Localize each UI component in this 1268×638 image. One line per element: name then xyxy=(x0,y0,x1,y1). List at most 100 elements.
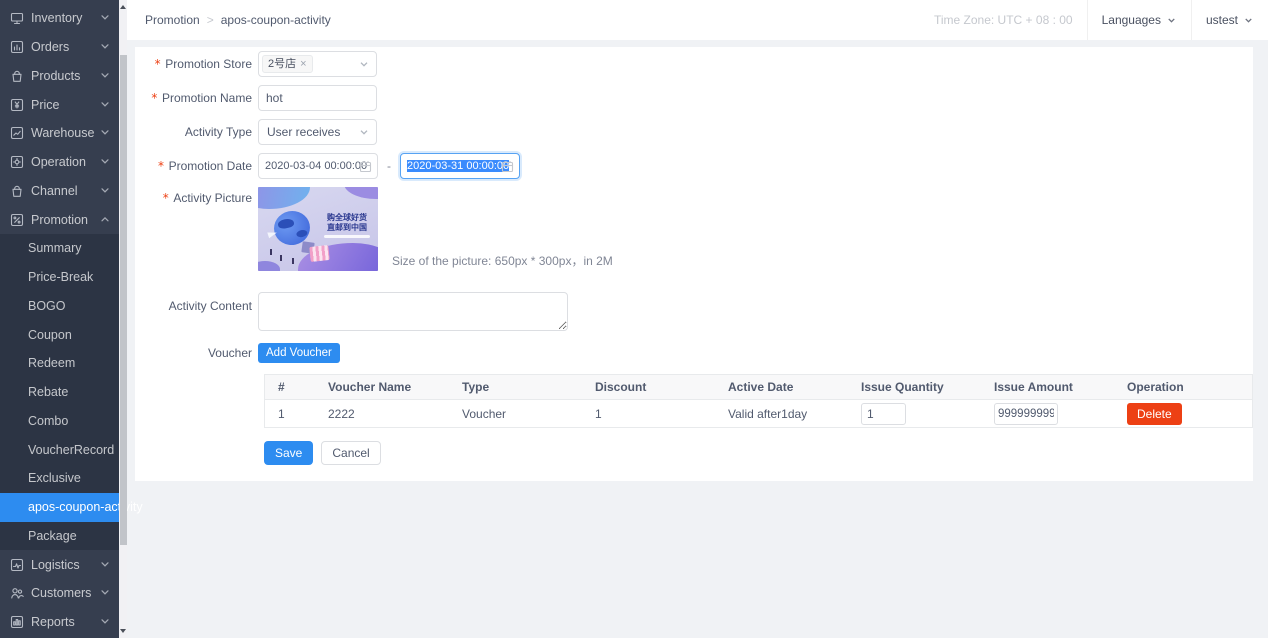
date-range-separator: - xyxy=(387,159,391,173)
sidebar-item-coupon[interactable]: Coupon xyxy=(0,320,119,349)
promotion-date-end-input[interactable]: 2020-03-31 00:00:00 xyxy=(400,153,520,179)
sidebar-item-channel[interactable]: Channel xyxy=(0,177,119,206)
date-end-value-selected: 2020-03-31 00:00:00 xyxy=(407,160,509,172)
sidebar-item-label: Coupon xyxy=(28,328,72,342)
sidebar-item-orders[interactable]: Orders xyxy=(0,33,119,62)
sidebar-item-label: BOGO xyxy=(28,299,66,313)
sidebar-item-price[interactable]: Price xyxy=(0,90,119,119)
activity-type-value: User receives xyxy=(262,125,340,139)
sidebar-item-label: VoucherRecord xyxy=(28,443,114,457)
logistics-icon xyxy=(10,558,24,572)
activity-content-textarea[interactable] xyxy=(258,292,568,331)
sidebar-item-label: Inventory xyxy=(31,11,82,25)
content-area: *Promotion Store 2号店× *Promotion Name Ac… xyxy=(127,40,1268,638)
sidebar-item-products[interactable]: Products xyxy=(0,62,119,91)
required-asterisk: * xyxy=(157,159,164,173)
sidebar-item-package[interactable]: Package xyxy=(0,522,119,551)
scrollbar-up-arrow-icon[interactable] xyxy=(119,1,127,13)
orders-icon xyxy=(10,40,24,54)
scrollbar-down-arrow-icon[interactable] xyxy=(119,625,127,637)
chevron-down-icon xyxy=(99,70,111,82)
sidebar-item-label: Customers xyxy=(31,586,91,600)
column-header: Operation xyxy=(1114,380,1252,394)
active-date-cell: Valid after1day xyxy=(715,407,848,421)
chevron-down-icon xyxy=(99,587,111,599)
scrollbar-thumb[interactable] xyxy=(120,55,127,545)
cancel-button[interactable]: Cancel xyxy=(321,441,380,465)
issue-quantity-input[interactable] xyxy=(861,403,906,425)
sidebar-item-exclusive[interactable]: Exclusive xyxy=(0,464,119,493)
chevron-down-icon xyxy=(99,616,111,628)
sidebar-item-summary[interactable]: Summary xyxy=(0,234,119,263)
sidebar-item-label: Exclusive xyxy=(28,471,81,485)
sidebar-item-label: Summary xyxy=(28,241,81,255)
voucher-table-row: 12222Voucher1Valid after1dayDelete xyxy=(265,400,1252,427)
column-header: Type xyxy=(449,380,582,394)
issue-quantity-cell xyxy=(848,403,981,425)
sidebar-item-label: Logistics xyxy=(31,558,80,572)
promotion-name-input[interactable] xyxy=(258,85,377,111)
issue-amount-input[interactable] xyxy=(994,403,1058,425)
languages-dropdown[interactable]: Languages xyxy=(1088,0,1191,40)
add-voucher-button[interactable]: Add Voucher xyxy=(258,343,340,363)
sidebar-item-label: Reports xyxy=(31,615,75,629)
sidebar-item-price-break[interactable]: Price-Break xyxy=(0,263,119,292)
promotion-icon xyxy=(10,213,24,227)
sidebar-item-logistics[interactable]: Logistics xyxy=(0,550,119,579)
operation-cell: Delete xyxy=(1114,403,1252,425)
sidebar-item-inventory[interactable]: Inventory xyxy=(0,4,119,33)
sidebar-item-warehouse[interactable]: Warehouse xyxy=(0,119,119,148)
sidebar-item-label: Combo xyxy=(28,414,68,428)
activity-content-label: Activity Content xyxy=(135,292,258,313)
sidebar-scrollbar[interactable] xyxy=(119,0,127,638)
sidebar-item-label: Products xyxy=(31,69,80,83)
sidebar-item-label: Operation xyxy=(31,155,86,169)
sidebar-item-reports[interactable]: Reports xyxy=(0,608,119,637)
banner-subtext xyxy=(324,235,370,238)
sidebar-item-label: Promotion xyxy=(31,213,88,227)
tag-close-icon[interactable]: × xyxy=(300,56,306,72)
sidebar-item-promotion[interactable]: Promotion xyxy=(0,205,119,234)
sidebar-menu: Inventory Orders Products Price Warehouse Ope… xyxy=(0,4,119,637)
sidebar-item-bogo[interactable]: BOGO xyxy=(0,292,119,321)
chevron-up-icon xyxy=(99,214,111,226)
promotion-store-label: *Promotion Store xyxy=(135,51,258,77)
sidebar-item-operation[interactable]: Operation xyxy=(0,148,119,177)
chevron-down-icon xyxy=(99,185,111,197)
bag-icon xyxy=(10,184,24,198)
breadcrumb-current: apos-coupon-activity xyxy=(221,13,331,27)
customers-icon xyxy=(10,586,24,600)
sidebar-item-label: Price xyxy=(31,98,59,112)
banner-figure xyxy=(270,249,272,255)
operation-icon xyxy=(10,155,24,169)
chevron-down-icon xyxy=(99,41,111,53)
activity-type-select[interactable]: User receives xyxy=(258,119,377,145)
sidebar-item-redeem[interactable]: Redeem xyxy=(0,349,119,378)
activity-picture-image[interactable]: 购全球好货直邮到中国 xyxy=(258,187,378,271)
picture-size-hint: Size of the picture: 650px * 300px，in 2M xyxy=(392,252,613,271)
column-header: Voucher Name xyxy=(315,380,449,394)
column-header: Issue Amount xyxy=(981,380,1114,394)
voucher-type-cell: Voucher xyxy=(449,407,582,421)
breadcrumb-root[interactable]: Promotion xyxy=(145,13,200,27)
sidebar-item-combo[interactable]: Combo xyxy=(0,407,119,436)
sidebar-item-rebate[interactable]: Rebate xyxy=(0,378,119,407)
sidebar-item-voucherrecord[interactable]: VoucherRecord xyxy=(0,435,119,464)
voucher-table-header-row: #Voucher NameTypeDiscountActive DateIssu… xyxy=(265,375,1252,400)
promotion-date-start-input[interactable]: 2020-03-04 00:00:00 xyxy=(258,153,378,179)
discount-cell: 1 xyxy=(582,407,715,421)
store-tag-label: 2号店 xyxy=(268,56,296,72)
languages-label: Languages xyxy=(1102,13,1161,27)
save-button[interactable]: Save xyxy=(264,441,313,465)
promotion-store-select[interactable]: 2号店× xyxy=(258,51,377,77)
required-asterisk: * xyxy=(162,191,169,205)
required-asterisk: * xyxy=(151,91,158,105)
sidebar-item-apos-coupon-activity[interactable]: apos-coupon-activity xyxy=(0,493,119,522)
banner-wave-shape xyxy=(344,187,378,199)
delete-button[interactable]: Delete xyxy=(1127,403,1182,425)
column-header: Discount xyxy=(582,380,715,394)
user-dropdown[interactable]: ustest xyxy=(1192,0,1268,40)
sidebar-item-customers[interactable]: Customers xyxy=(0,579,119,608)
sidebar-item-label: Orders xyxy=(31,40,69,54)
promotion-name-label: *Promotion Name xyxy=(135,85,258,111)
